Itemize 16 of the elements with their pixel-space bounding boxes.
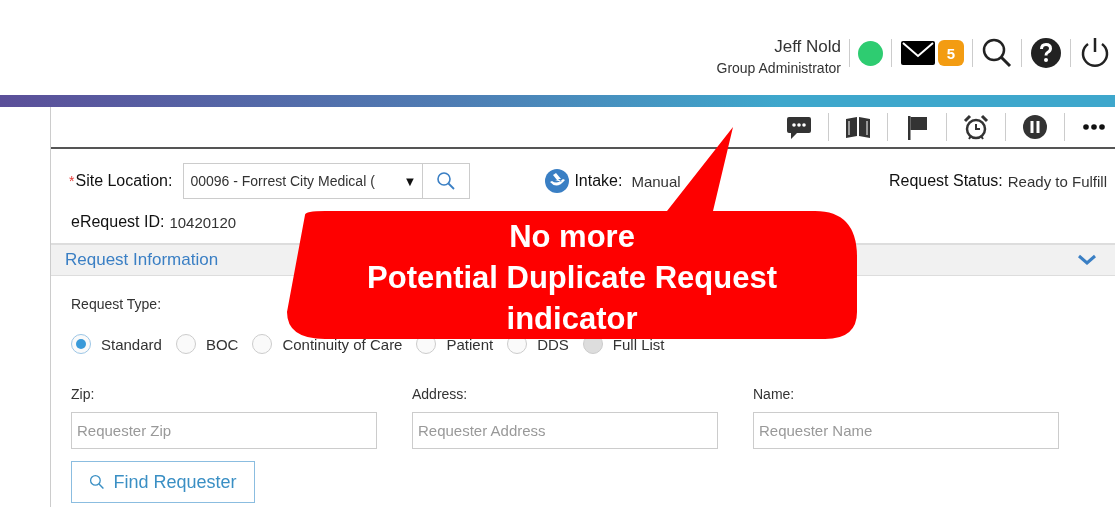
request-type-label: Request Type: bbox=[71, 296, 163, 312]
user-role: Group Administrator bbox=[716, 59, 841, 78]
request-status-label: Request Status: bbox=[888, 172, 1003, 190]
section-title: Request Information bbox=[65, 250, 219, 270]
site-location-label: Site Location: bbox=[75, 172, 173, 190]
intake-value: Manual bbox=[631, 172, 681, 190]
intake-label: Intake: bbox=[574, 172, 623, 190]
required-mark: * bbox=[69, 173, 75, 189]
erequest-id-value: 10420120 bbox=[169, 213, 237, 231]
mail-count-badge: 5 bbox=[938, 40, 964, 66]
user-name: Jeff Nold bbox=[774, 36, 841, 58]
erequest-id-label: eRequest ID: bbox=[71, 213, 165, 231]
field-label: Zip: bbox=[71, 386, 96, 402]
field-label: Name: bbox=[753, 386, 796, 402]
field-label: Address: bbox=[412, 386, 469, 402]
request-status-value: Ready to Fulfill bbox=[1007, 172, 1107, 190]
